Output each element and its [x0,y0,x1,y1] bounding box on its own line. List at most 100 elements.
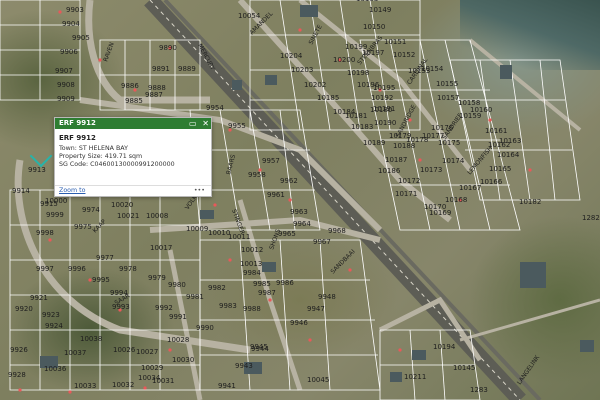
parcel-label-9983[interactable]: 9983 [219,302,237,310]
parcel-label-9977[interactable]: 9977 [96,254,114,262]
parcel-label-10054[interactable]: 10054 [238,12,261,20]
parcel-label-9980[interactable]: 9980 [168,281,186,289]
parcel-label-10165[interactable]: 10165 [489,165,511,173]
parcel-label-9988[interactable]: 9988 [243,305,261,313]
parcel-label-10045[interactable]: 10045 [307,376,329,384]
parcel-label-10032[interactable]: 10032 [112,381,134,389]
parcel-label-9961[interactable]: 9961 [267,191,285,199]
parcel-label-9998[interactable]: 9998 [36,229,54,237]
parcel-label-9957[interactable]: 9957 [262,157,280,165]
parcel-label-10168[interactable]: 10168 [445,196,467,204]
parcel-label-9926[interactable]: 9926 [10,346,28,354]
parcel-label-10036[interactable]: 10036 [44,365,67,373]
parcel-label-9990[interactable]: 9990 [196,324,214,332]
parcel-label-10012[interactable]: 10012 [241,246,263,254]
parcel-label-10173[interactable]: 10173 [420,166,442,174]
parcel-label-10033[interactable]: 10033 [74,382,96,390]
parcel-label-1283[interactable]: 1283 [470,386,488,394]
parcel-label-10160[interactable]: 10160 [470,106,492,114]
parcel-layer[interactable]: MERCURYAMANDEL SINETEBAARSVOLKSSTINGERSHO… [0,0,600,400]
parcel-label-9964[interactable]: 9964 [293,220,311,228]
parcel-label-10176[interactable]: 10176 [431,124,454,132]
parcel-label-9978[interactable]: 9978 [119,265,137,273]
parcel-label-10174[interactable]: 10174 [442,157,465,165]
parcel-label-9975[interactable]: 9975 [74,223,92,231]
parcel-label-9995[interactable]: 9995 [92,276,110,284]
feature-popup[interactable]: ERF 9912 ▭ ✕ ERF 9912 Town: ST HELENA BA… [54,117,212,197]
parcel-label-10194[interactable]: 10194 [433,343,456,351]
parcel-label-10204[interactable]: 10204 [280,52,303,60]
parcel-label-10192[interactable]: 10192 [371,94,393,102]
parcel-label-9903[interactable]: 9903 [66,6,84,14]
parcel-label-10030[interactable]: 10030 [172,356,194,364]
parcel-label-10155[interactable]: 10155 [436,80,458,88]
parcel-label-10185[interactable]: 10185 [317,94,339,102]
parcel-label-9963[interactable]: 9963 [290,208,308,216]
parcel-label-9965[interactable]: 9965 [278,230,296,238]
parcel-label-9891[interactable]: 9891 [152,65,170,73]
parcel-label-10179[interactable]: 10179 [389,132,411,140]
parcel-label-10029[interactable]: 10029 [141,364,163,372]
parcel-label-9887[interactable]: 9887 [145,91,163,99]
parcel-label-9954[interactable]: 9954 [206,104,224,112]
parcel-label-10026[interactable]: 10026 [113,346,136,354]
more-options-icon[interactable]: ••• [194,186,205,196]
parcel-label-10037[interactable]: 10037 [64,349,86,357]
parcel-label-10170[interactable]: 10170 [424,203,446,211]
parcel-label-9913[interactable]: 9913 [28,166,46,174]
parcel-label-9948[interactable]: 9948 [318,293,336,301]
parcel-label-9958[interactable]: 9958 [248,171,266,179]
parcel-label-10193[interactable]: 10193 [356,0,378,3]
parcel-label-47[interactable]: 47 [0,0,9,2]
parcel-label-9997[interactable]: 9997 [36,265,54,273]
parcel-label-10183[interactable]: 10183 [351,123,373,131]
parcel-label-10187[interactable]: 10187 [385,156,407,164]
parcel-label-10189[interactable]: 10189 [363,139,385,147]
parcel-label-9885[interactable]: 9885 [125,97,143,105]
parcel-label-9996[interactable]: 9996 [68,265,86,273]
parcel-label-9908[interactable]: 9908 [57,81,75,89]
parcel-label-9906[interactable]: 9906 [60,48,78,56]
parcel-label-10011[interactable]: 10011 [228,233,250,241]
parcel-label-10161[interactable]: 10161 [485,127,507,135]
parcel-label-10197[interactable]: 10197 [362,49,384,57]
parcel-label-10021[interactable]: 10021 [117,212,139,220]
parcel-label-10196[interactable]: 10196 [357,81,380,89]
parcel-label-9914[interactable]: 9914 [12,187,30,195]
parcel-label-9886[interactable]: 9886 [121,82,139,90]
parcel-label-10149[interactable]: 10149 [369,6,391,14]
parcel-label-9905[interactable]: 9905 [72,34,90,42]
parcel-label-10175[interactable]: 10175 [438,139,460,147]
parcel-label-9999[interactable]: 9999 [46,211,64,219]
parcel-label-10200[interactable]: 10200 [333,56,355,64]
parcel-label-9981[interactable]: 9981 [186,293,204,301]
parcel-label-9921[interactable]: 9921 [30,294,48,302]
parcel-label-9968[interactable]: 9968 [328,227,346,235]
parcel-label-10010[interactable]: 10010 [208,229,230,237]
parcel-label-9994[interactable]: 9994 [110,289,128,297]
parcel-label-1282[interactable]: 1282 [582,214,600,222]
parcel-label-10145[interactable]: 10145 [453,364,475,372]
dock-icon[interactable]: ▭ [189,119,197,128]
parcel-label-10186[interactable]: 10186 [378,167,401,175]
parcel-label-9984[interactable]: 9984 [243,269,261,277]
map-view[interactable]: MERCURY AMANDEL SINETE BAARS VOLKS STINGER SHO… [0,0,600,400]
parcel-label-9928[interactable]: 9928 [8,371,26,379]
parcel-label-9907[interactable]: 9907 [55,67,73,75]
parcel-label-10180[interactable]: 10180 [370,106,392,114]
close-icon[interactable]: ✕ [202,119,209,128]
parcel-label-10211[interactable]: 10211 [404,373,426,381]
parcel-label-9947[interactable]: 9947 [307,305,325,313]
parcel-label-10038[interactable]: 10038 [80,335,102,343]
parcel-label-10000[interactable]: 10000 [45,197,67,205]
parcel-label-9967[interactable]: 9967 [313,238,331,246]
parcel-label-9904[interactable]: 9904 [62,20,80,28]
parcel-label-10020[interactable]: 10020 [111,201,133,209]
parcel-label-9890[interactable]: 9890 [159,44,177,52]
parcel-label-10202[interactable]: 10202 [304,81,326,89]
parcel-label-9909[interactable]: 9909 [57,95,75,103]
parcel-label-10167[interactable]: 10167 [459,184,481,192]
parcel-label-9982[interactable]: 9982 [208,284,226,292]
zoom-to-link[interactable]: Zoom to [59,187,85,194]
parcel-label-10164[interactable]: 10164 [497,151,520,159]
